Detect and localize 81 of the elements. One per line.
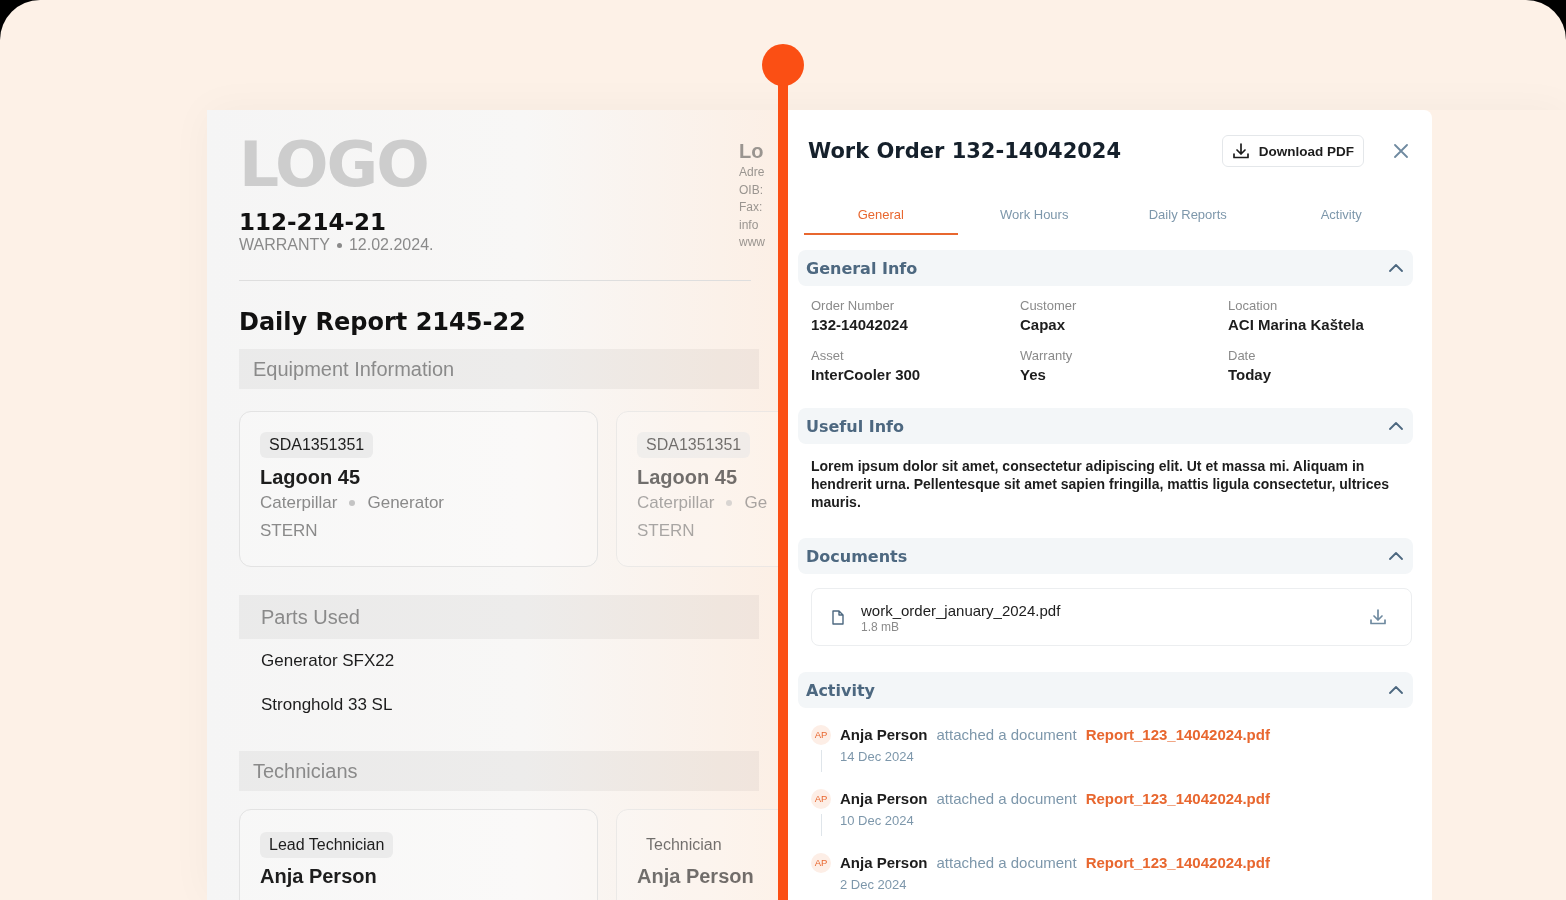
equipment-brand: Caterpillar	[637, 492, 715, 514]
field-value: Yes	[1020, 365, 1046, 385]
equipment-brand: Caterpillar	[260, 492, 338, 514]
activity-date: 10 Dec 2024	[840, 812, 914, 830]
company-info-text: Lo	[739, 139, 764, 164]
file-size: 1.8 mB	[861, 619, 899, 634]
serial-tag: SDA1351351	[637, 432, 751, 458]
activity-date: 14 Dec 2024	[840, 748, 914, 766]
chevron-up-icon[interactable]	[1389, 422, 1403, 430]
field-label: Asset	[811, 347, 844, 364]
activity-text: attached a document	[936, 853, 1077, 873]
tab[interactable]: Work Hours	[957, 197, 1111, 235]
role-tag: Lead Technician	[260, 832, 394, 858]
separator-dot	[349, 500, 356, 506]
activity-text: attached a document	[936, 725, 1077, 745]
person-name: Anja Person	[840, 789, 928, 809]
avatar-initials: AP	[811, 789, 831, 809]
field-label: Date	[1228, 347, 1256, 364]
section-header[interactable]: Useful Info	[798, 408, 1413, 444]
report-title: Daily Report 2145-22	[239, 307, 526, 337]
download-icon[interactable]	[1369, 608, 1387, 626]
equipment-name: Lagoon 45	[637, 466, 737, 489]
report-date: 12.02.2024.	[348, 236, 434, 254]
field-value: 132-14042024	[811, 315, 908, 335]
tab[interactable]: Activity	[1264, 197, 1418, 235]
section-header: Parts Used	[239, 595, 759, 639]
company-info-text: Adre	[739, 164, 765, 181]
avatar-initials: AP	[811, 853, 831, 873]
equipment-position: STERN	[260, 520, 318, 542]
field-value: Today	[1228, 365, 1272, 385]
field-label: Customer	[1020, 297, 1077, 314]
report-type: WARRANTY	[239, 236, 330, 254]
field-label: Order Number	[811, 297, 895, 314]
activity-date: 2 Dec 2024	[840, 876, 907, 894]
person-name: Anja Person	[840, 725, 928, 745]
tab[interactable]: Daily Reports	[1111, 197, 1265, 235]
chevron-up-icon[interactable]	[1389, 552, 1403, 560]
serial-tag: SDA1351351	[260, 432, 374, 458]
field-label: Warranty	[1020, 347, 1073, 364]
part-name: Generator SFX22	[261, 650, 395, 672]
document-link[interactable]: Report_123_14042024.pdf	[1085, 788, 1270, 810]
info-paragraph: Lorem ipsum dolor sit amet, consectetur adipiscing elit. Ut et massa mi. Aliquam in hendrerit urna. Pellentesque sit amet sapien fringilla, mattis ligula consectetur, ultrices mauris.	[810, 457, 1391, 512]
separator-dot	[726, 500, 733, 506]
tab[interactable]: General	[804, 197, 958, 235]
report-number: 112-214-21	[239, 209, 387, 235]
company-info-text: OIB:	[739, 181, 763, 199]
section-header[interactable]: Documents	[798, 538, 1413, 574]
section-header[interactable]: General Info	[798, 250, 1413, 286]
part-name: Stronghold 33 SL	[261, 694, 393, 716]
section-header: Equipment Information	[239, 349, 759, 389]
equipment-type: Ge	[744, 492, 768, 514]
work-order-title: Work Order 132-14042024	[808, 138, 1123, 165]
person-name: Anja Person	[840, 853, 928, 873]
activity-text: attached a document	[936, 789, 1077, 809]
file-name: work_order_january_2024.pdf	[861, 600, 1061, 620]
download-icon	[1231, 142, 1250, 160]
company-info-text: info	[739, 216, 759, 234]
technician-name: Anja Person	[637, 864, 754, 888]
file-icon	[832, 609, 844, 625]
equipment-position: STERN	[637, 520, 695, 542]
field-value: InterCooler 300	[811, 365, 921, 385]
equipment-name: Lagoon 45	[260, 466, 360, 489]
company-info-text: Fax:	[739, 199, 763, 216]
role-tag: Technician	[637, 832, 731, 858]
document-link[interactable]: Report_123_14042024.pdf	[1085, 724, 1270, 746]
field-value: Capax	[1020, 315, 1066, 335]
section-header[interactable]: Activity	[798, 672, 1413, 708]
section-header: Technicians	[239, 751, 759, 791]
field-value: ACI Marina Kaštela	[1228, 315, 1364, 335]
field-label: Location	[1228, 297, 1278, 314]
document-link[interactable]: Report_123_14042024.pdf	[1085, 852, 1270, 874]
close-icon[interactable]	[1394, 144, 1408, 158]
document-card[interactable]: work_order_january_2024.pdf 1.8 mB	[811, 588, 1412, 646]
download-pdf-button[interactable]: Download PDF	[1221, 135, 1364, 167]
company-info-text: www	[739, 234, 765, 251]
chevron-up-icon[interactable]	[1389, 686, 1403, 694]
avatar-initials: AP	[811, 725, 831, 745]
technician-name: Anja Person	[260, 864, 377, 888]
separator-dot	[336, 242, 342, 248]
chevron-up-icon[interactable]	[1389, 264, 1403, 272]
equipment-type: Generator	[367, 492, 445, 514]
